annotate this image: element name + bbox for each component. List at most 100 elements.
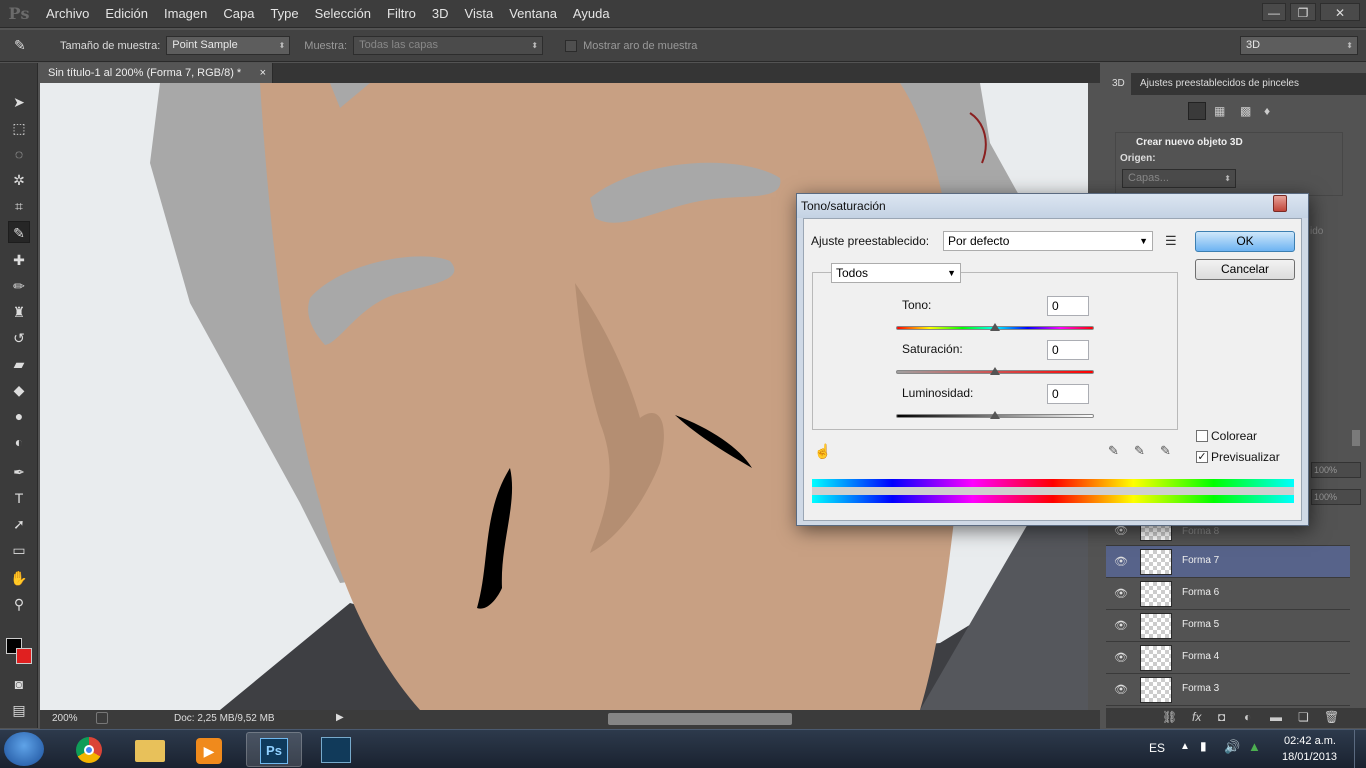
workspace-select[interactable]: 3D ⬍ [1240, 36, 1358, 55]
hue-slider-thumb[interactable] [990, 323, 1000, 331]
show-desktop-button[interactable] [1354, 730, 1366, 768]
minimize-button[interactable]: — [1262, 3, 1286, 21]
layer-row-forma-3[interactable]: 👁 Forma 3 [1106, 674, 1350, 706]
layer-row-forma-6[interactable]: 👁 Forma 6 [1106, 578, 1350, 610]
hand-tool-icon[interactable]: ✋ [8, 567, 30, 589]
zoom-level[interactable]: 200% [52, 713, 78, 724]
clock-time[interactable]: 02:42 a.m. [1284, 735, 1336, 747]
hue-input[interactable]: 0 [1047, 296, 1089, 316]
drive-icon[interactable]: ▲ [1248, 739, 1261, 754]
light-filter-icon[interactable]: ♦ [1264, 104, 1276, 118]
path-selection-tool-icon[interactable]: ➚ [8, 513, 30, 535]
lightness-input[interactable]: 0 [1047, 384, 1089, 404]
layer-style-icon[interactable]: fx [1192, 710, 1201, 724]
delete-layer-icon[interactable]: 🗑 [1324, 710, 1339, 724]
menu-archivo[interactable]: Archivo [38, 0, 97, 28]
crop-tool-icon[interactable]: ⌗ [8, 195, 30, 217]
cancel-button[interactable]: Cancelar [1195, 259, 1295, 280]
layer-mask-icon[interactable]: ◘ [1218, 710, 1225, 724]
eyedropper-add-icon[interactable]: ✎ [1134, 443, 1145, 459]
move-tool-icon[interactable]: ➤ [8, 91, 30, 113]
saturation-input[interactable]: 0 [1047, 340, 1089, 360]
visibility-eye-icon[interactable]: 👁 [1114, 524, 1128, 538]
tab-3d[interactable]: 3D [1106, 73, 1131, 95]
brush-tool-icon[interactable]: ✏ [8, 275, 30, 297]
mesh-filter-icon[interactable]: ▦ [1214, 104, 1226, 118]
link-layers-icon[interactable]: ⛓ [1162, 710, 1177, 724]
horizontal-scrollbar[interactable] [608, 713, 792, 725]
dialog-close-button[interactable] [1273, 195, 1287, 212]
lasso-tool-icon[interactable]: ◌ [8, 143, 30, 165]
marquee-tool-icon[interactable]: ⬚ [8, 117, 30, 139]
ok-button[interactable]: OK [1195, 231, 1295, 252]
healing-brush-tool-icon[interactable]: ✚ [8, 249, 30, 271]
menu-capa[interactable]: Capa [215, 0, 262, 28]
chrome-taskbar-icon[interactable] [62, 732, 118, 767]
menu-seleccion[interactable]: Selección [307, 0, 379, 28]
shape-tool-icon[interactable]: ▭ [8, 539, 30, 561]
material-filter-icon[interactable]: ▩ [1240, 104, 1252, 118]
colorize-checkbox[interactable] [1196, 430, 1208, 442]
document-tab[interactable]: Sin título-1 al 200% (Forma 7, RGB/8) * … [40, 63, 273, 83]
network-icon[interactable]: ▮ [1200, 739, 1207, 753]
saturation-slider-thumb[interactable] [990, 367, 1000, 375]
photoshop-taskbar-icon[interactable]: Ps [246, 732, 302, 767]
scene-filter-icon[interactable] [1188, 102, 1206, 120]
layer-row-forma-4[interactable]: 👁 Forma 4 [1106, 642, 1350, 674]
zoom-tool-icon[interactable]: ⚲ [8, 593, 30, 615]
menu-3d[interactable]: 3D [424, 0, 457, 28]
pen-tool-icon[interactable]: ✒ [8, 461, 30, 483]
menu-imagen[interactable]: Imagen [156, 0, 215, 28]
clock-date[interactable]: 18/01/2013 [1282, 751, 1337, 763]
volume-icon[interactable]: 🔊 [1224, 739, 1240, 755]
status-arrow-icon[interactable]: ▶ [336, 712, 344, 723]
eyedropper-subtract-icon[interactable]: ✎ [1160, 443, 1171, 459]
close-tab-icon[interactable]: × [260, 63, 266, 83]
channel-select[interactable]: Todos ▼ [831, 263, 961, 283]
media-player-taskbar-icon[interactable]: ▶ [182, 732, 238, 767]
menu-ventana[interactable]: Ventana [501, 0, 565, 28]
menu-vista[interactable]: Vista [457, 0, 502, 28]
opacity-field[interactable]: 100% [1311, 462, 1361, 478]
status-menu-icon[interactable] [96, 712, 108, 724]
menu-type[interactable]: Type [262, 0, 306, 28]
eyedropper-icon[interactable]: ✎ [14, 37, 44, 54]
restore-button[interactable]: ❐ [1290, 3, 1316, 21]
paint-bucket-tool-icon[interactable]: ◆ [8, 379, 30, 401]
preset-options-icon[interactable]: ☰ [1165, 233, 1177, 249]
targeted-adjustment-icon[interactable]: ☝ [814, 443, 831, 460]
lightness-slider-thumb[interactable] [990, 411, 1000, 419]
new-group-icon[interactable]: ▬ [1270, 710, 1282, 724]
history-brush-tool-icon[interactable]: ↺ [8, 327, 30, 349]
adjustment-layer-icon[interactable]: ◐ [1244, 710, 1251, 724]
origin-select[interactable]: Capas... ⬍ [1122, 169, 1236, 188]
app-taskbar-icon[interactable] [308, 732, 364, 767]
type-tool-icon[interactable]: T [8, 487, 30, 509]
tab-brush-presets[interactable]: Ajustes preestablecidos de pinceles [1134, 73, 1305, 95]
visibility-eye-icon[interactable]: 👁 [1114, 683, 1128, 697]
show-ring-checkbox[interactable] [565, 39, 578, 52]
blur-tool-icon[interactable]: ● [8, 405, 30, 427]
visibility-eye-icon[interactable]: 👁 [1114, 651, 1128, 665]
stamp-tool-icon[interactable]: ♜ [8, 301, 30, 323]
layers-scrollbar[interactable] [1352, 430, 1360, 446]
menu-edicion[interactable]: Edición [97, 0, 156, 28]
dodge-tool-icon[interactable]: ◐ [8, 431, 30, 453]
layer-row-forma-5[interactable]: 👁 Forma 5 [1106, 610, 1350, 642]
preset-select[interactable]: Por defecto ▼ [943, 231, 1153, 251]
eyedropper-tool-icon[interactable]: ✎ [8, 221, 30, 243]
fill-field[interactable]: 100% [1311, 489, 1361, 505]
sample-size-select[interactable]: Point Sample ⬍ [166, 36, 291, 55]
visibility-eye-icon[interactable]: 👁 [1114, 587, 1128, 601]
start-button[interactable] [4, 732, 44, 766]
visibility-eye-icon[interactable]: 👁 [1114, 555, 1128, 569]
preview-checkbox[interactable]: ✓ [1196, 451, 1208, 463]
close-window-button[interactable]: ✕ [1320, 3, 1360, 21]
eyedropper-icon[interactable]: ✎ [1108, 443, 1119, 459]
layer-row-forma-7[interactable]: 👁 Forma 7 [1106, 546, 1350, 578]
screen-mode-icon[interactable]: ▤ [8, 699, 30, 721]
menu-ayuda[interactable]: Ayuda [565, 0, 618, 28]
show-hidden-icons-icon[interactable]: ▲ [1180, 741, 1190, 752]
eraser-tool-icon[interactable]: ▰ [8, 353, 30, 375]
background-color-swatch[interactable] [16, 648, 32, 664]
